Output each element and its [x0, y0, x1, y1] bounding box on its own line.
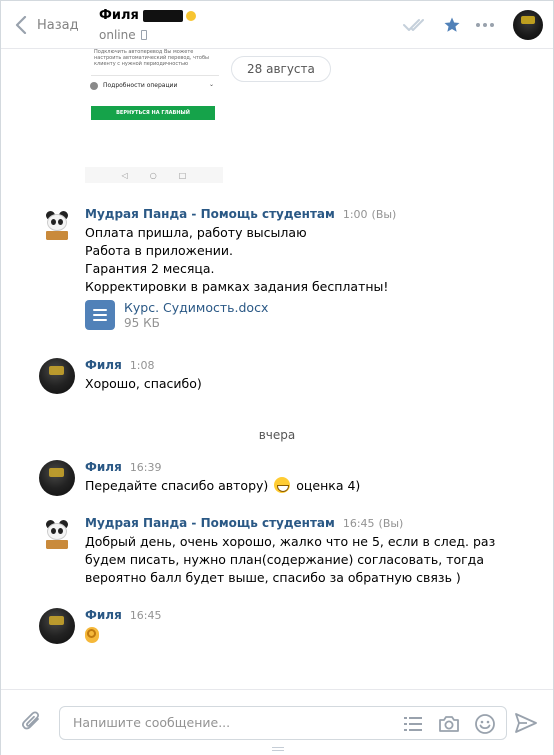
smile-icon	[475, 714, 495, 734]
message-time[interactable]: 1:08	[130, 359, 155, 372]
star-icon	[444, 17, 460, 32]
message-time[interactable]: 16:45	[130, 609, 162, 622]
message-text-after: оценка 4)	[296, 478, 361, 493]
phone-icon	[140, 30, 147, 40]
avatar[interactable]	[39, 608, 75, 644]
peer-avatar[interactable]	[513, 10, 543, 40]
mark-read-button[interactable]	[403, 18, 429, 32]
message-author[interactable]: Филя	[85, 608, 122, 622]
document-size: 95 КБ	[124, 316, 160, 330]
emoji-button[interactable]	[474, 713, 496, 735]
resize-handle[interactable]	[272, 747, 284, 751]
send-icon	[515, 713, 537, 733]
message-text	[85, 625, 529, 648]
day-separator: вчера	[258, 428, 296, 442]
screenshot-details-label: Подробности операции	[103, 82, 178, 89]
message-line: Корректировки в рамках задания бесплатны…	[85, 279, 389, 294]
screenshot-setting-text: Подключить автоперевод Вы можете настрои…	[94, 49, 209, 67]
ok-hand-emoji-icon	[85, 627, 99, 643]
peer-status: online	[99, 28, 136, 42]
attach-button[interactable]	[21, 710, 43, 738]
screenshot-divider	[91, 75, 219, 76]
more-button[interactable]	[475, 22, 495, 28]
message-time[interactable]: 16:39	[130, 461, 162, 474]
message-author[interactable]: Мудрая Панда - Помощь студентам	[85, 207, 335, 221]
message-input-box[interactable]	[59, 706, 507, 740]
more-icon	[476, 23, 494, 27]
screenshot-attachment[interactable]: Подключить автоперевод Вы можете настрои…	[85, 49, 223, 185]
nav-recents-icon: □	[178, 170, 187, 180]
message-text: Передайте спасибо автору) оценка 4)	[85, 477, 529, 495]
document-attachment[interactable]: Курс. Судимость.docx 95 КБ	[85, 300, 529, 330]
message-you-label: (Вы)	[378, 517, 404, 530]
screenshot-navbar: ◁ ○ □	[85, 167, 223, 183]
chat-window: Назад Филя online Подключить автоперевод…	[0, 0, 554, 755]
back-arrow-icon	[15, 16, 27, 34]
camera-icon	[439, 716, 459, 732]
favorite-button[interactable]	[443, 16, 461, 34]
back-label: Назад	[37, 17, 79, 33]
header-actions	[389, 10, 543, 40]
message-line: будем писать, нужно план(содержание) сог…	[85, 552, 484, 567]
message-text: Хорошо, спасибо)	[85, 376, 202, 391]
double-check-icon	[403, 19, 424, 31]
message-line: Гарантия 2 месяца.	[85, 261, 215, 276]
message-text-before: Передайте спасибо автору)	[85, 478, 269, 493]
date-pill[interactable]: 28 августа	[231, 56, 331, 82]
message-input[interactable]	[73, 715, 373, 730]
message-line: Работа в приложении.	[85, 243, 234, 258]
nav-home-icon: ○	[149, 170, 157, 180]
message-history[interactable]: Подключить автоперевод Вы можете настрои…	[1, 49, 553, 689]
nav-back-icon: ◁	[121, 170, 128, 180]
avatar[interactable]	[39, 516, 75, 552]
message-author[interactable]: Филя	[85, 460, 122, 474]
message-author[interactable]: Филя	[85, 358, 122, 372]
peer-name: Филя	[99, 8, 139, 23]
template-list-icon	[404, 717, 422, 731]
document-name[interactable]: Курс. Судимость.docx	[124, 300, 268, 315]
send-button[interactable]	[515, 713, 537, 737]
document-icon	[85, 300, 115, 330]
message-you-label: (Вы)	[371, 208, 397, 221]
avatar[interactable]	[39, 207, 75, 243]
info-icon	[90, 82, 98, 90]
message-line: Добрый день, очень хорошо, жалко что не …	[85, 534, 496, 549]
grinning-emoji-icon	[274, 477, 291, 493]
camera-button[interactable]	[438, 713, 460, 735]
message-time[interactable]: 16:45	[343, 517, 375, 530]
templates-button[interactable]	[402, 713, 424, 735]
chevron-down-icon: ⌄	[209, 81, 215, 88]
back-button[interactable]: Назад	[15, 13, 79, 37]
chat-header: Назад Филя online	[1, 1, 553, 49]
redaction-bar	[142, 9, 183, 22]
screenshot-button: ВЕРНУТЬСЯ НА ГЛАВНЫЙ	[91, 106, 215, 120]
peer-info[interactable]: Филя online	[99, 8, 196, 42]
paperclip-icon	[21, 711, 40, 730]
message-time[interactable]: 1:00	[343, 208, 368, 221]
message-author[interactable]: Мудрая Панда - Помощь студентам	[85, 516, 335, 530]
avatar[interactable]	[39, 358, 75, 394]
message-composer	[1, 689, 553, 755]
message-line: Оплата пришла, работу высылаю	[85, 225, 307, 240]
avatar[interactable]	[39, 460, 75, 496]
message-line: вероятно балл будет выше, спасибо за обр…	[85, 570, 461, 585]
emoji-icon	[185, 10, 196, 21]
message-text: Оплата пришла, работу высылаю Работа в п…	[85, 224, 529, 296]
message-text: Добрый день, очень хорошо, жалко что не …	[85, 533, 529, 587]
